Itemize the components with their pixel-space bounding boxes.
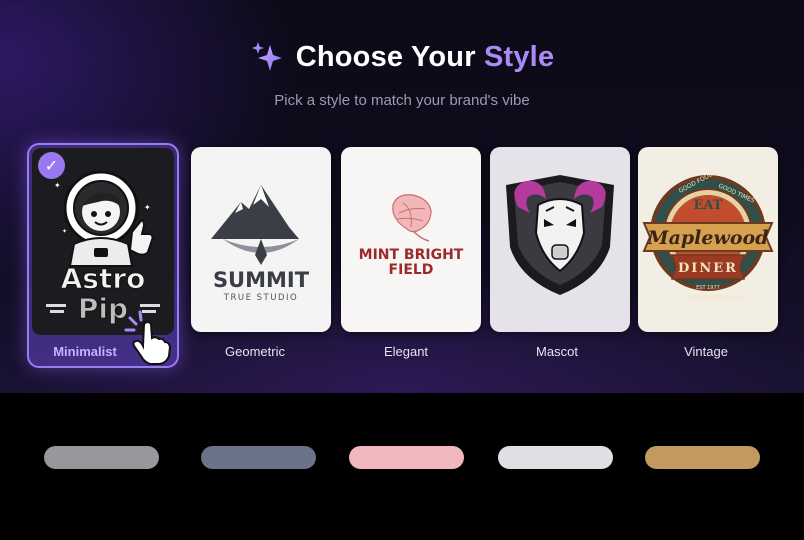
logo-word-maplewood: Maplewood — [647, 227, 769, 249]
logo-word-field: FIELD — [389, 262, 434, 278]
style-card-geometric[interactable]: SUMMIT TRUE STUDIO — [191, 147, 331, 332]
sparkle-icon — [251, 42, 282, 71]
color-swatch-elegant[interactable] — [349, 446, 464, 469]
svg-text:✦: ✦ — [54, 181, 61, 190]
ram-mascot-logo — [490, 147, 630, 332]
page-subtitle: Pick a style to match your brand's vibe — [274, 92, 530, 109]
color-swatch-vintage[interactable] — [645, 446, 760, 469]
hand-pointer-icon — [124, 310, 172, 365]
color-swatch-minimalist[interactable] — [44, 446, 159, 469]
logo-word-est-1977: EST 1977 — [696, 285, 720, 291]
logo-word-mint-bright: MINT BRIGHT — [359, 247, 464, 263]
logo-word-diner: DINER — [678, 261, 738, 276]
color-swatch-geometric[interactable] — [201, 446, 316, 469]
logo-word-dinner: DINNER — [726, 295, 746, 301]
check-icon: ✓ — [38, 152, 65, 179]
logo-word-summit: SUMMIT — [213, 268, 310, 292]
color-swatch-mascot[interactable] — [498, 446, 613, 469]
style-card-vintage[interactable]: GOOD FOOD GOOD TIMES EAT Maplewood DINER… — [638, 147, 778, 332]
header: Choose Your Style — [0, 40, 804, 74]
title-text: Choose Your — [295, 40, 476, 73]
logo-word-true-studio: TRUE STUDIO — [223, 293, 298, 303]
logo-word-eat: EAT — [694, 198, 723, 213]
svg-text:✦: ✦ — [62, 228, 67, 235]
style-card-mascot[interactable] — [490, 147, 630, 332]
summit-logo: SUMMIT TRUE STUDIO — [191, 147, 331, 332]
logo-word-astro: Astro — [61, 262, 146, 295]
style-label-vintage[interactable]: Vintage — [636, 344, 776, 359]
maplewood-diner-logo: GOOD FOOD GOOD TIMES EAT Maplewood DINER… — [638, 147, 778, 332]
style-label-mascot[interactable]: Mascot — [487, 344, 627, 359]
svg-text:✦: ✦ — [144, 203, 151, 212]
mint-bright-logo: MINT BRIGHT FIELD — [341, 147, 481, 332]
style-card-elegant[interactable]: MINT BRIGHT FIELD — [341, 147, 481, 332]
style-label-geometric[interactable]: Geometric — [185, 344, 325, 359]
title-accent: Style — [483, 40, 555, 73]
logo-word-pip: Pip — [78, 292, 128, 325]
style-label-elegant[interactable]: Elegant — [336, 344, 476, 359]
page-title: Choose Your Style — [296, 41, 555, 74]
